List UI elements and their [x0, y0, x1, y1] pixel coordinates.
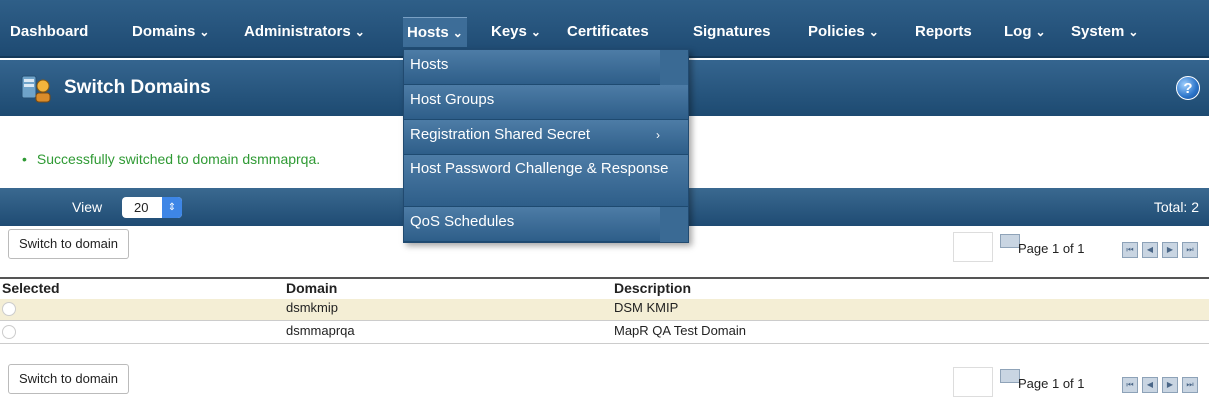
nav-label: Administrators [244, 23, 351, 40]
submenu-arrow-icon: › [656, 128, 660, 142]
menu-item-registration-shared-secret[interactable]: Registration Shared Secret › [404, 120, 688, 155]
page-indicator-bottom: Page 1 of 1 [1018, 376, 1085, 391]
menu-item-qos-schedules[interactable]: QoS Schedules [404, 207, 660, 242]
nav-reports[interactable]: Reports [911, 19, 976, 45]
select-radio[interactable] [2, 302, 16, 316]
table-row[interactable]: dsmkmip DSM KMIP [0, 299, 1209, 321]
select-radio[interactable] [2, 325, 16, 339]
chevron-down-icon: ⌄ [1035, 25, 1046, 39]
page-title: Switch Domains [64, 77, 211, 98]
go-page-icon[interactable] [1000, 369, 1020, 383]
menu-item-hosts[interactable]: Hosts [404, 50, 660, 85]
nav-policies[interactable]: Policies ⌄ [804, 19, 883, 45]
nav-certificates[interactable]: Certificates [563, 19, 653, 45]
page-number-input-bottom[interactable] [953, 367, 993, 397]
nav-system[interactable]: System ⌄ [1067, 19, 1142, 45]
description-cell: MapR QA Test Domain [614, 323, 746, 338]
column-header-domain: Domain [286, 280, 338, 296]
column-header-selected: Selected [2, 280, 60, 296]
go-page-icon[interactable] [1000, 234, 1020, 248]
last-page-icon[interactable]: ⏭ [1182, 242, 1198, 258]
nav-domains[interactable]: Domains ⌄ [128, 19, 213, 45]
success-message: Successfully switched to domain dsmmaprq… [22, 151, 320, 167]
table-header: Selected Domain Description [0, 277, 1209, 297]
page-number-input[interactable] [953, 232, 993, 262]
nav-label: Domains [132, 23, 196, 40]
previous-page-icon[interactable]: ◀ [1142, 377, 1158, 393]
help-icon[interactable]: ? [1176, 76, 1200, 100]
nav-label: Signatures [693, 23, 771, 40]
first-page-icon[interactable]: ⏮ [1122, 242, 1138, 258]
table-row[interactable]: dsmmaprqa MapR QA Test Domain [0, 322, 1209, 344]
chevron-down-icon: ⌄ [452, 26, 463, 40]
chevron-down-icon: ⌄ [199, 25, 210, 39]
nav-dashboard[interactable]: Dashboard [6, 19, 92, 45]
nav-label: System [1071, 23, 1125, 40]
next-page-icon[interactable]: ▶ [1162, 377, 1178, 393]
chevron-down-icon: ⌄ [868, 25, 879, 39]
column-header-description: Description [614, 280, 692, 296]
menu-item-host-groups[interactable]: Host Groups [404, 85, 688, 120]
switch-to-domain-button-bottom[interactable]: Switch to domain [8, 364, 129, 394]
chevron-down-icon: ⌄ [354, 25, 365, 39]
nav-hosts[interactable]: Hosts ⌄ [403, 17, 467, 47]
previous-page-icon[interactable]: ◀ [1142, 242, 1158, 258]
nav-signatures[interactable]: Signatures [689, 19, 775, 45]
page-indicator: Page 1 of 1 [1018, 241, 1085, 256]
page-size-value: 20 [134, 200, 149, 215]
chevron-down-icon: ⌄ [1128, 25, 1139, 39]
page-size-select[interactable]: 20 ⇕ [122, 197, 182, 218]
domain-cell: dsmkmip [286, 300, 339, 315]
chevron-down-icon: ⌄ [530, 25, 541, 39]
nav-label: Hosts [407, 24, 449, 41]
nav-label: Dashboard [10, 23, 89, 40]
view-label: View [72, 199, 103, 215]
nav-label: Policies [808, 23, 865, 40]
menu-item-host-password-challenge[interactable]: Host Password Challenge & Response [404, 155, 688, 207]
nav-keys[interactable]: Keys ⌄ [487, 19, 545, 45]
switch-domains-icon [21, 75, 51, 103]
nav-label: Keys [491, 23, 527, 40]
nav-label: Reports [915, 23, 972, 40]
nav-label: Log [1004, 23, 1032, 40]
select-arrows-icon: ⇕ [162, 197, 182, 218]
total-count: Total: 2 [1153, 199, 1199, 215]
nav-administrators[interactable]: Administrators ⌄ [240, 19, 369, 45]
first-page-icon[interactable]: ⏮ [1122, 377, 1138, 393]
nav-label: Certificates [567, 23, 649, 40]
domain-cell: dsmmaprqa [286, 323, 355, 338]
hosts-dropdown-menu: Hosts Host Groups Registration Shared Se… [403, 49, 689, 243]
menu-item-label: Registration Shared Secret [410, 126, 591, 143]
description-cell: DSM KMIP [614, 300, 679, 315]
switch-to-domain-button[interactable]: Switch to domain [8, 229, 129, 259]
last-page-icon[interactable]: ⏭ [1182, 377, 1198, 393]
next-page-icon[interactable]: ▶ [1162, 242, 1178, 258]
nav-log[interactable]: Log ⌄ [1000, 19, 1050, 45]
